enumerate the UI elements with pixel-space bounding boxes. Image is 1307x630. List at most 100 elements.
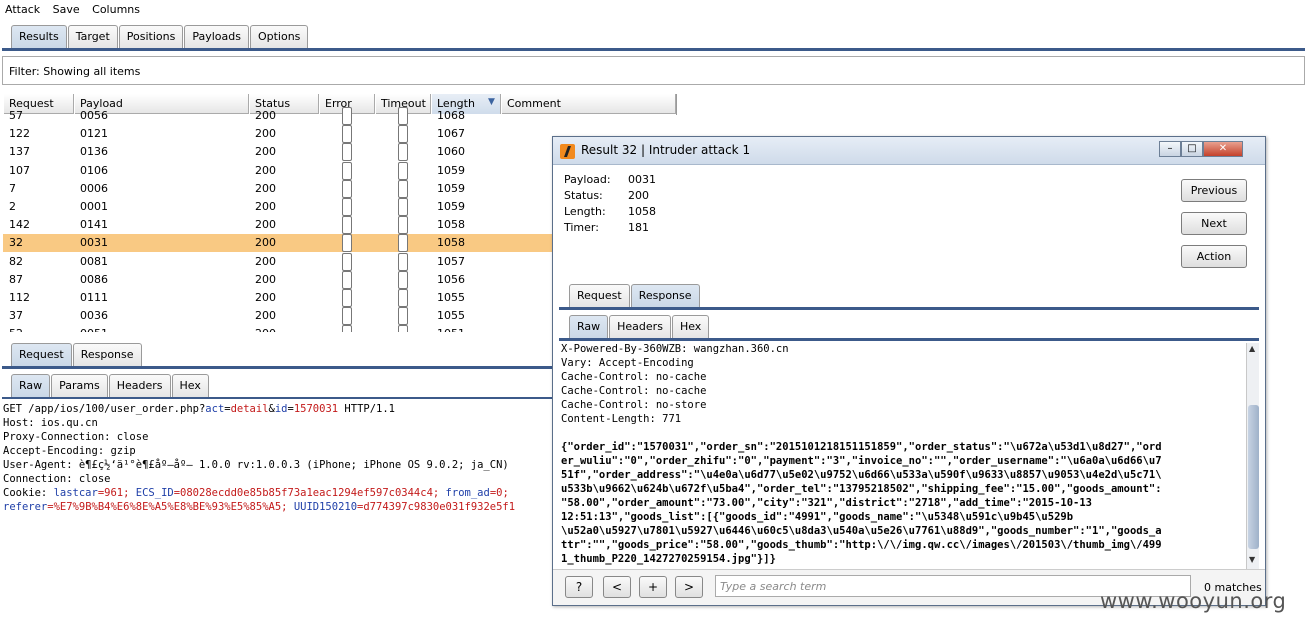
response-line: ttr":"","goods_price":"58.00","goods_thu… — [561, 539, 1162, 551]
request-raw-view[interactable]: GET /app/ios/100/user_order.php?act=deta… — [0, 399, 553, 609]
tab-request[interactable]: Request — [11, 343, 72, 367]
status-value: 200 — [628, 189, 649, 202]
cell-status: 200 — [255, 109, 276, 122]
timeout-checkbox[interactable] — [398, 234, 408, 253]
cell-payload: 0106 — [80, 163, 108, 177]
watermark: www.wooyun.org — [1100, 589, 1287, 613]
error-checkbox[interactable] — [342, 289, 352, 307]
help-button[interactable]: ? — [565, 576, 593, 598]
cell-length: 1059 — [437, 181, 465, 195]
response-line: \u52a0\u5927\u7801\u5927\u6446\u60c5\u8d… — [561, 525, 1162, 537]
dialog-tab-headers[interactable]: Headers — [609, 315, 671, 339]
dialog-view-divider — [559, 338, 1259, 341]
timeout-checkbox[interactable] — [398, 125, 408, 144]
response-line: 12:51:13","goods_list":[{"goods_id":"499… — [561, 511, 1074, 523]
tab-payloads[interactable]: Payloads — [184, 25, 249, 49]
response-line: Cache-Control: no-cache — [561, 371, 707, 383]
error-checkbox[interactable] — [342, 216, 352, 235]
error-checkbox[interactable] — [342, 198, 352, 216]
dialog-tab-hex[interactable]: Hex — [671, 315, 710, 339]
error-checkbox[interactable] — [342, 179, 352, 198]
timeout-checkbox[interactable] — [398, 179, 408, 198]
error-checkbox[interactable] — [342, 125, 352, 144]
cell-length: 1056 — [437, 272, 465, 286]
error-checkbox[interactable] — [342, 325, 352, 332]
cell-status: 200 — [255, 163, 276, 177]
error-checkbox[interactable] — [342, 307, 352, 326]
response-scrollbar[interactable]: ▲ ▼ — [1246, 343, 1259, 569]
next-button[interactable]: Next — [1181, 212, 1247, 235]
tab-results[interactable]: Results — [11, 25, 67, 49]
dialog-titlebar[interactable]: Result 32 | Intruder attack 1 – □ ✕ — [553, 137, 1265, 165]
timeout-checkbox[interactable] — [398, 270, 408, 289]
dialog-tab-divider — [559, 307, 1259, 310]
cell-request: 57 — [9, 109, 23, 122]
request-proxy-connection: Proxy-Connection: close — [3, 431, 149, 443]
filter-bar[interactable]: Filter: Showing all items — [2, 56, 1305, 85]
dialog-tab-response[interactable]: Response — [630, 284, 700, 308]
tab-positions[interactable]: Positions — [118, 25, 184, 49]
error-checkbox[interactable] — [342, 252, 352, 271]
tab-params[interactable]: Params — [51, 374, 108, 398]
action-button[interactable]: Action — [1181, 245, 1247, 268]
timeout-checkbox[interactable] — [398, 325, 408, 332]
error-checkbox[interactable] — [342, 143, 352, 162]
cell-request: 137 — [9, 145, 30, 159]
tab-headers[interactable]: Headers — [108, 374, 171, 398]
error-checkbox[interactable] — [342, 270, 352, 289]
tab-response[interactable]: Response — [72, 343, 142, 367]
minimize-icon[interactable]: – — [1159, 141, 1181, 157]
error-checkbox[interactable] — [342, 161, 352, 180]
scroll-down-icon[interactable]: ▼ — [1249, 555, 1255, 564]
error-checkbox[interactable] — [342, 107, 352, 125]
dialog-view-tabs: Raw Headers Hex — [569, 315, 710, 339]
search-next-button[interactable]: > — [675, 576, 703, 598]
timer-label: Timer: — [564, 221, 599, 234]
timeout-checkbox[interactable] — [398, 289, 408, 307]
previous-button[interactable]: Previous — [1181, 179, 1247, 202]
menu-bar: Attack Save Columns — [0, 0, 1307, 20]
dialog-tab-request[interactable]: Request — [569, 284, 630, 308]
cell-payload: 0001 — [80, 200, 108, 213]
timeout-checkbox[interactable] — [398, 143, 408, 162]
timeout-checkbox[interactable] — [398, 307, 408, 326]
cell-status: 200 — [255, 181, 276, 195]
cell-request: 122 — [9, 127, 30, 141]
cell-payload: 0051 — [74, 325, 108, 332]
dialog-tab-raw[interactable]: Raw — [569, 315, 609, 339]
response-line: Content-Length: 771 — [561, 413, 682, 425]
timeout-checkbox[interactable] — [398, 216, 408, 235]
timeout-checkbox[interactable] — [398, 198, 408, 216]
scroll-up-icon[interactable]: ▲ — [1249, 344, 1255, 353]
tab-raw[interactable]: Raw — [11, 374, 51, 398]
close-icon[interactable]: ✕ — [1203, 141, 1243, 157]
table-row[interactable]: 57 0056 200 1068 — [3, 107, 676, 125]
scroll-thumb[interactable] — [1248, 405, 1259, 549]
length-label: Length: — [564, 205, 606, 218]
tab-target[interactable]: Target — [67, 25, 118, 49]
response-line: Vary: Accept-Encoding — [561, 357, 694, 369]
timeout-checkbox[interactable] — [398, 161, 408, 180]
length-value: 1058 — [628, 205, 656, 218]
cell-request: 107 — [9, 163, 30, 177]
tab-options[interactable]: Options — [249, 25, 309, 49]
menu-attack[interactable]: Attack — [0, 0, 44, 16]
cell-payload: 0056 — [80, 109, 108, 122]
menu-columns[interactable]: Columns — [87, 0, 144, 16]
cell-length: 1055 — [437, 291, 465, 304]
cell-length: 1055 — [437, 309, 465, 323]
timeout-checkbox[interactable] — [398, 107, 408, 125]
req-tab-divider — [2, 366, 562, 369]
cell-payload: 0136 — [80, 145, 108, 159]
timeout-checkbox[interactable] — [398, 252, 408, 271]
menu-save[interactable]: Save — [48, 0, 84, 16]
response-raw-view[interactable]: X-Powered-By-360WZB: wangzhan.360.cn Vary… — [561, 342, 1247, 568]
maximize-icon[interactable]: □ — [1181, 141, 1203, 157]
cell-request: 2 — [9, 200, 16, 213]
search-add-button[interactable]: + — [639, 576, 667, 598]
tab-hex[interactable]: Hex — [171, 374, 209, 398]
cell-status: 200 — [255, 254, 276, 268]
result-dialog: Result 32 | Intruder attack 1 – □ ✕ Payl… — [552, 136, 1266, 606]
search-prev-button[interactable]: < — [603, 576, 631, 598]
error-checkbox[interactable] — [342, 234, 352, 253]
